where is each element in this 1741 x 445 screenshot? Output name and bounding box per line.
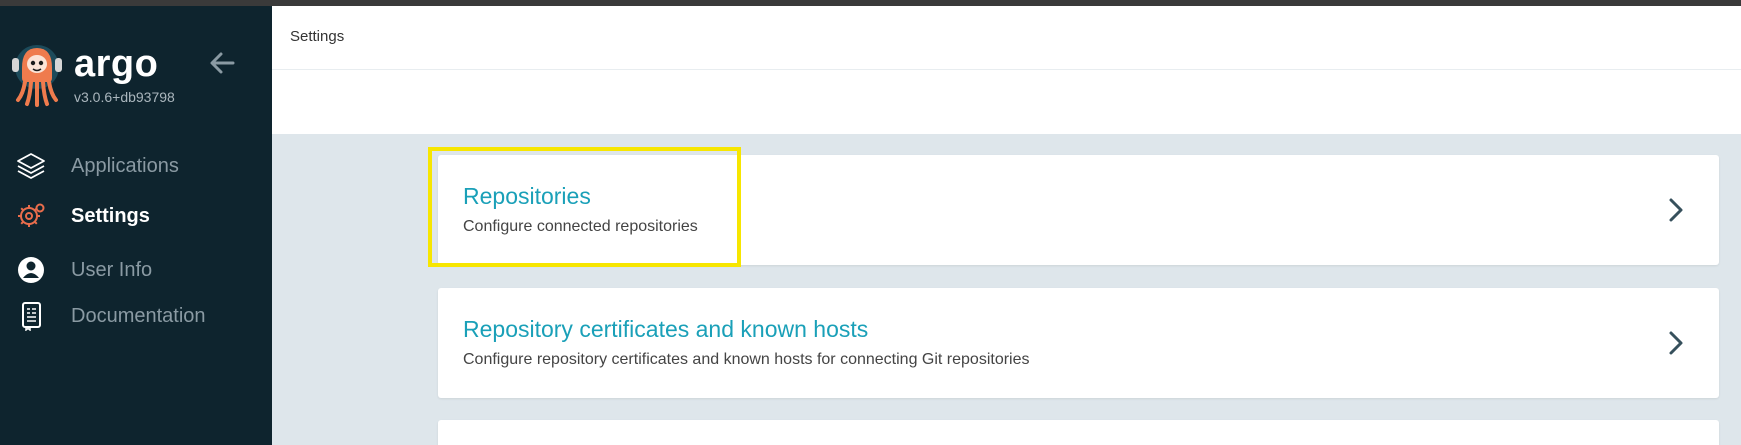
argo-octopus-logo xyxy=(12,45,62,107)
layers-icon xyxy=(17,153,45,179)
sidebar-item-label: Documentation xyxy=(71,305,206,327)
chevron-right-icon xyxy=(1669,198,1683,222)
card-description: Configure connected repositories xyxy=(463,218,698,235)
toolbar-area xyxy=(272,70,1741,134)
brand-name: argo xyxy=(74,43,159,85)
book-icon xyxy=(22,302,41,331)
sidebar-item-applications[interactable]: Applications xyxy=(0,144,272,186)
sidebar-item-documentation[interactable]: Documentation xyxy=(0,294,272,336)
top-header: Settings xyxy=(272,6,1741,70)
card-title: Repository certificates and known hosts xyxy=(463,316,869,342)
card-title: Repositories xyxy=(463,183,591,209)
sidebar-item-label: User Info xyxy=(71,259,153,281)
sidebar-item-settings[interactable]: Settings xyxy=(0,194,272,236)
settings-card-repositories[interactable]: Repositories Configure connected reposit… xyxy=(438,155,1719,265)
user-circle-icon xyxy=(18,257,44,283)
breadcrumb: Settings xyxy=(290,28,345,45)
settings-card-partial[interactable] xyxy=(438,420,1719,445)
sidebar: argo v3.0.6+db93798 Applications Setting… xyxy=(0,6,272,445)
sidebar-item-label: Settings xyxy=(71,205,150,227)
sidebar-item-user-info[interactable]: User Info xyxy=(0,248,272,290)
gear-icon xyxy=(18,203,45,227)
sidebar-item-label: Applications xyxy=(71,155,179,177)
collapse-sidebar-arrow-icon[interactable] xyxy=(208,50,236,76)
card-description: Configure repository certificates and kn… xyxy=(463,351,1030,368)
settings-card-certificates[interactable]: Repository certificates and known hosts … xyxy=(438,288,1719,398)
chevron-right-icon xyxy=(1669,331,1683,355)
app-version: v3.0.6+db93798 xyxy=(74,89,175,105)
